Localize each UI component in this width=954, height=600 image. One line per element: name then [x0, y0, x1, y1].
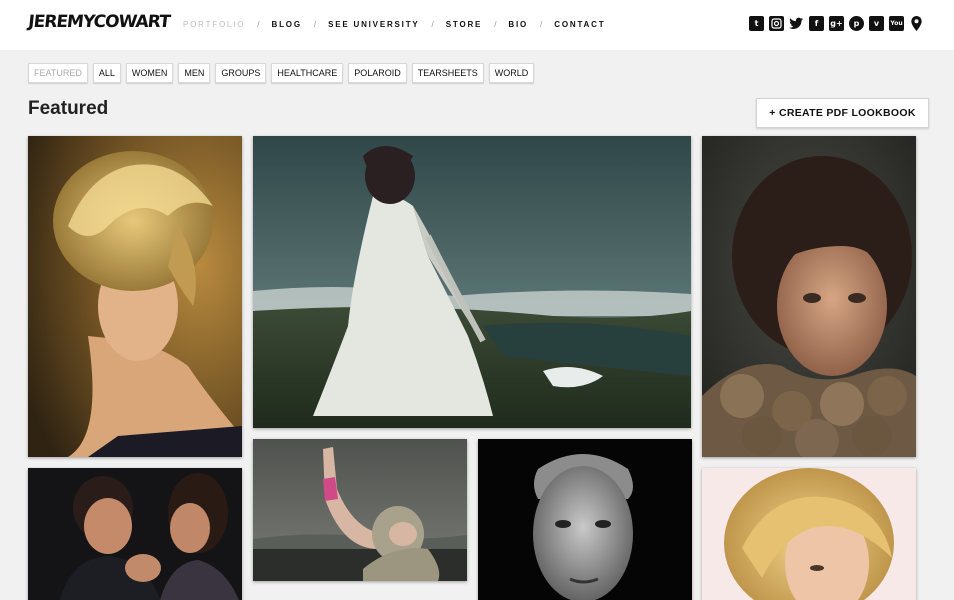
filter-polaroid[interactable]: POLAROID: [348, 63, 407, 83]
category-filters: FEATURED ALL WOMEN MEN GROUPS HEALTHCARE…: [28, 63, 535, 83]
nav-item-contact[interactable]: CONTACT: [554, 20, 605, 29]
location-pin-icon[interactable]: [909, 16, 924, 31]
social-icons: t f g+ p v You: [749, 16, 924, 31]
nav-item-portfolio[interactable]: PORTFOLIO: [183, 20, 245, 29]
photo-girl-hooded-reaching: [253, 439, 467, 581]
twitter-icon[interactable]: [789, 16, 804, 31]
photo-blonde-woman: [702, 468, 916, 600]
filter-women[interactable]: WOMEN: [125, 63, 174, 83]
gallery-photo[interactable]: [702, 468, 916, 600]
gallery-photo[interactable]: [253, 136, 691, 428]
pinterest-icon[interactable]: p: [849, 16, 864, 31]
filter-men[interactable]: MEN: [178, 63, 211, 83]
top-bar: JEREMYCOWART PORTFOLIO / BLOG / SEE UNIV…: [0, 0, 954, 50]
filter-featured[interactable]: FEATURED: [28, 63, 88, 83]
gallery-photo[interactable]: [478, 439, 692, 600]
gallery-photo[interactable]: [702, 136, 916, 457]
page-title: Featured: [28, 98, 109, 119]
nav-item-blog[interactable]: BLOG: [272, 20, 302, 29]
nav-separator: /: [540, 19, 543, 29]
photo-couple-laughing: [28, 468, 242, 600]
nav-item-store[interactable]: STORE: [446, 20, 482, 29]
gallery-photo[interactable]: [28, 468, 242, 600]
tumblr-icon[interactable]: t: [749, 16, 764, 31]
instagram-icon[interactable]: [769, 16, 784, 31]
nav-separator: /: [257, 19, 260, 29]
nav-separator: /: [313, 19, 317, 29]
photo-girl-ruffled-collar: [702, 136, 916, 457]
photo-woman-white-coat: [253, 136, 691, 428]
flickr-icon[interactable]: f: [809, 16, 824, 31]
photo-man-black-and-white: [478, 439, 692, 600]
filter-all[interactable]: ALL: [92, 63, 121, 83]
nav-separator: /: [494, 19, 497, 29]
main-nav: PORTFOLIO / BLOG / SEE UNIVERSITY / STOR…: [183, 18, 605, 30]
gallery-photo[interactable]: [253, 439, 467, 581]
google-plus-icon[interactable]: g+: [829, 16, 844, 31]
nav-item-see-university[interactable]: SEE UNIVERSITY: [328, 20, 419, 29]
nav-item-bio[interactable]: BIO: [508, 20, 528, 29]
youtube-icon[interactable]: You: [889, 16, 904, 31]
filter-healthcare[interactable]: HEALTHCARE: [271, 63, 344, 83]
filter-world[interactable]: WORLD: [488, 63, 535, 83]
site-logo[interactable]: JEREMYCOWART: [27, 12, 170, 38]
gallery-photo[interactable]: [28, 136, 242, 457]
photo-woman-blonde-updo: [28, 136, 242, 457]
create-pdf-lookbook-button[interactable]: + CREATE PDF LOOKBOOK: [756, 98, 929, 128]
logo-text: JEREMYCOWART: [27, 12, 171, 32]
filter-tearsheets[interactable]: TEARSHEETS: [411, 63, 484, 83]
nav-separator: /: [431, 19, 434, 29]
filter-groups[interactable]: GROUPS: [215, 63, 267, 83]
vimeo-icon[interactable]: v: [869, 16, 884, 31]
